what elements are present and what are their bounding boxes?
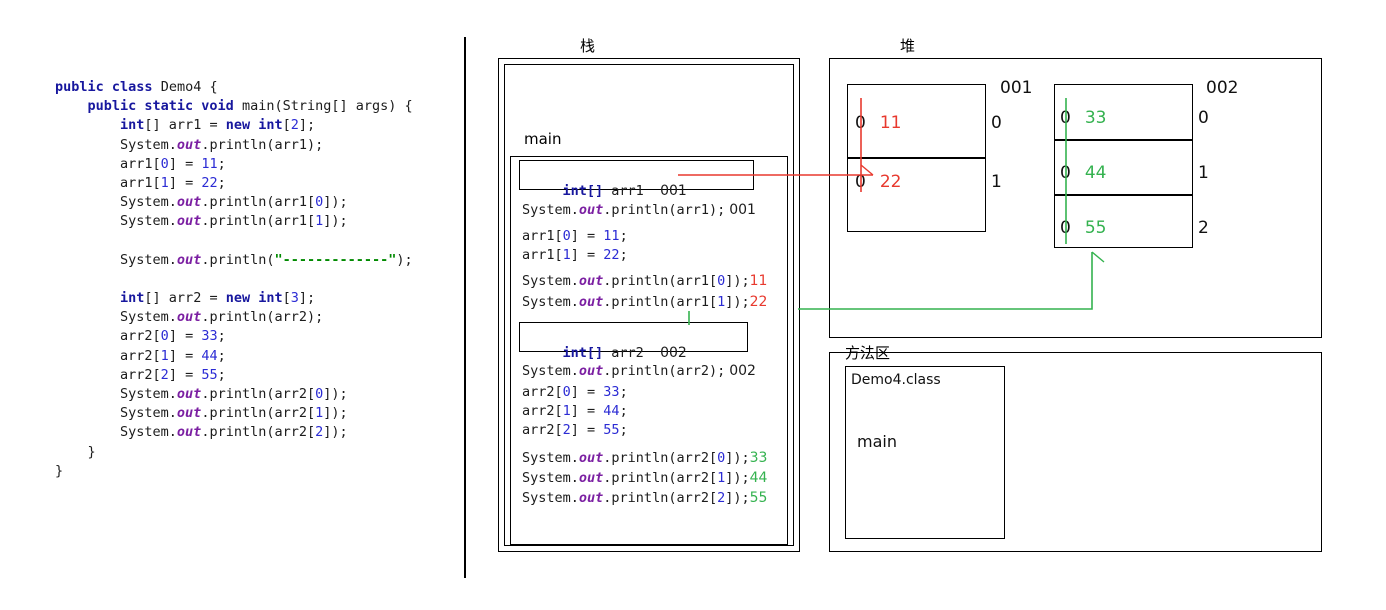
reference-arrows (678, 98, 1105, 325)
arrow-arr1-head (860, 164, 874, 176)
arrow-arr2-head (1091, 251, 1105, 263)
arrow-arr2-to-heap002 (798, 252, 1093, 310)
diagram-canvas: public class Demo4 { public static void … (0, 0, 1386, 610)
